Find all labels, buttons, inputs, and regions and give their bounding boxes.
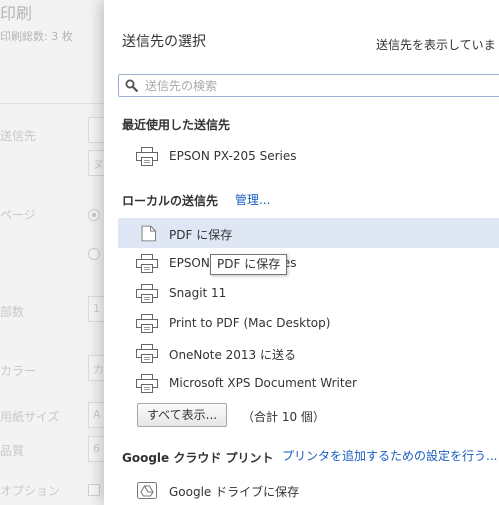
recent-destinations-heading: 最近使用した送信先 xyxy=(122,118,231,132)
dialog-title: 送信先の選択 xyxy=(122,34,206,50)
destination-item-save-as-pdf[interactable]: PDF に保存 xyxy=(118,218,499,248)
local-destinations-heading: ローカルの送信先 xyxy=(122,194,219,208)
google-drive-icon xyxy=(137,482,157,499)
show-all-button[interactable]: すべて表示... xyxy=(137,403,228,427)
destination-name: EPSON PX-205 Series xyxy=(169,149,297,163)
destination-name: Google ドライブに保存 xyxy=(169,485,300,499)
destination-name: Microsoft XPS Document Writer xyxy=(169,376,357,390)
cloud-print-heading: Google クラウド プリント xyxy=(122,451,274,465)
destination-item-snagit[interactable]: Snagit 11 xyxy=(118,278,499,308)
destination-label: 送信先 xyxy=(0,129,37,143)
destination-name: OneNote 2013 に送る xyxy=(169,348,297,362)
pages-custom-radio xyxy=(88,248,100,260)
destination-item-xps-writer[interactable]: Microsoft XPS Document Writer xyxy=(118,368,499,398)
pages-all-radio xyxy=(88,209,100,221)
pages-label: ページ xyxy=(0,208,36,222)
add-printer-setup-link[interactable]: プリンタを追加するための設定を行う... xyxy=(282,447,497,464)
destination-item-print-to-pdf[interactable]: Print to PDF (Mac Desktop) xyxy=(118,308,499,338)
printer-icon xyxy=(136,147,158,166)
search-icon xyxy=(125,79,138,92)
copies-label: 部数 xyxy=(0,305,25,319)
destination-item-recent-epson[interactable]: EPSON PX-205 Series xyxy=(118,141,499,171)
destination-name: Snagit 11 xyxy=(169,286,227,300)
destination-name: Print to PDF (Mac Desktop) xyxy=(169,316,331,330)
destination-item-google-drive[interactable]: Google ドライブに保存 xyxy=(118,475,499,505)
printer-icon xyxy=(136,284,158,303)
divider xyxy=(0,103,110,104)
printer-icon xyxy=(136,254,158,273)
destination-item-onenote[interactable]: OneNote 2013 に送る xyxy=(118,338,499,368)
destination-item-epson[interactable]: EPSON PX-205 Series xyxy=(118,248,499,278)
document-icon xyxy=(141,225,156,242)
printer-icon xyxy=(136,314,158,333)
paper-size-label: 用紙サイズ xyxy=(0,410,60,424)
print-title: 印刷 xyxy=(0,4,33,23)
search-input[interactable] xyxy=(145,77,499,94)
printer-icon xyxy=(136,374,158,393)
destination-name: PDF に保存 xyxy=(169,228,233,242)
quality-label: 品質 xyxy=(0,444,25,458)
print-total-count: 印刷総数: 3 枚 xyxy=(0,30,73,43)
printer-icon xyxy=(136,344,158,363)
destination-tooltip: PDF に保存 xyxy=(210,254,288,275)
options-label: オプション xyxy=(0,484,61,498)
options-checkbox xyxy=(88,484,100,496)
loading-status: 送信先を表示していま xyxy=(376,38,496,52)
destination-count: （合計 10 個） xyxy=(242,410,325,424)
search-box[interactable] xyxy=(118,74,499,97)
destination-dialog: 送信先の選択 送信先を表示していま 最近使用した送信先 EPSON PX-205… xyxy=(104,0,499,505)
manage-link[interactable]: 管理... xyxy=(235,191,270,208)
color-label: カラー xyxy=(0,364,37,378)
